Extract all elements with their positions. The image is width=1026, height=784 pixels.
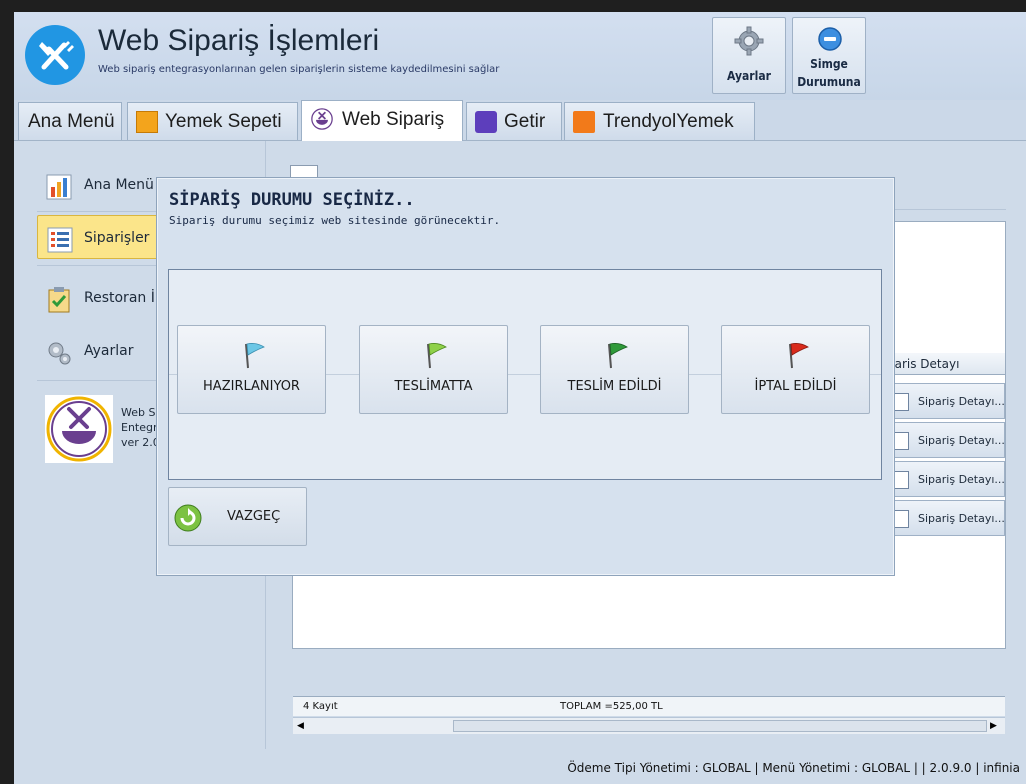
page-title: Web Sipariş İşlemleri [98,24,380,57]
detail-label: Sipariş Detayı... [918,473,1005,486]
tab-label: Getir [504,111,546,132]
status-label: İPTAL EDİLDİ [754,379,837,394]
flag-fill [246,343,265,356]
settings-button[interactable]: Ayarlar [712,17,786,94]
info-line: Entegr [121,421,158,434]
tab-bar: Ana Menü Yemek Sepeti Web Sipariş Getir … [14,100,1026,141]
list-icon [47,227,73,253]
horizontal-scrollbar[interactable]: ◀ ▶ [293,717,1005,734]
info-doc-icon [893,510,909,528]
web-order-icon [311,108,333,130]
status-label: TESLİMATTA [394,379,473,394]
order-detail-button[interactable]: Sipariş Detayı... [887,500,1005,536]
minimize-icon [818,27,842,51]
tab-label: Yemek Sepeti [165,111,282,132]
sidebar-item-label: Siparişler [84,230,150,246]
status-panel: HAZIRLANIYOR TESLİMATTA TESLİM EDİLDİ İP… [168,269,882,480]
info-doc-icon [893,432,909,450]
settings-label: Ayarlar [727,69,771,83]
tab-ana-menu[interactable]: Ana Menü [18,102,122,140]
grid-total: TOPLAM =525,00 TL [560,701,663,712]
column-header: paris Detayı [887,357,960,371]
detail-label: Sipariş Detayı... [918,434,1005,447]
cancel-button[interactable]: VAZGEÇ [168,487,307,546]
gear-icon [734,26,764,56]
sidebar-item-siparisler[interactable]: Siparişler [37,215,167,259]
tab-trendyol-yemek[interactable]: TrendyolYemek [564,102,755,140]
sidebar-item-label: Restoran İ [84,290,155,306]
info-doc-icon [893,393,909,411]
flag-icon [608,343,628,369]
minimize-button[interactable]: Simge Durumuna [792,17,866,94]
sidebar-item-label: Ana Menü [84,177,154,193]
status-label: TESLİM EDİLDİ [567,379,662,394]
order-status-dialog: SİPARİŞ DURUMU SEÇİNİZ.. Sipariş durumu … [156,177,895,576]
order-detail-button[interactable]: Sipariş Detayı... [887,461,1005,497]
status-bar: Ödeme Tipi Yönetimi : GLOBAL | Menü Yöne… [14,749,1026,784]
cancel-label: VAZGEÇ [227,509,281,524]
web-order-logo-icon [46,396,112,462]
app-window: Web Sipariş İşlemleri Web sipariş entegr… [14,12,1026,784]
dialog-title: SİPARİŞ DURUMU SEÇİNİZ.. [169,190,415,210]
bar-chart-icon [46,174,72,200]
trendyol-icon [573,111,595,133]
sidebar-item-label: Ayarlar [84,343,134,359]
status-button-teslimatta[interactable]: TESLİMATTA [359,325,508,414]
scroll-thumb[interactable] [453,720,987,732]
getir-icon [475,111,497,133]
info-line: Web Si [121,406,159,419]
refresh-icon [174,504,202,532]
gears-icon [48,342,71,365]
minimize-label-1: Simge [810,57,848,71]
tab-label: Ana Menü [28,111,115,132]
record-count: 4 Kayıt [303,701,338,712]
flag-icon [245,343,265,369]
scroll-left-icon[interactable]: ◀ [297,721,304,731]
header: Web Sipariş İşlemleri Web sipariş entegr… [14,12,1026,100]
tab-getir[interactable]: Getir [466,102,562,140]
order-detail-button[interactable]: Sipariş Detayı... [887,383,1005,419]
info-doc-icon [893,471,909,489]
flag-icon [427,343,447,369]
sidebar-info: Web Si Entegr ver 2.0 [121,405,160,450]
status-text: Ödeme Tipi Yönetimi : GLOBAL | Menü Yöne… [567,761,1020,775]
status-button-hazirlaniyor[interactable]: HAZIRLANIYOR [177,325,326,414]
minimize-label-2: Durumuna [797,75,861,89]
tab-label: Web Sipariş [342,109,445,130]
tab-web-siparis[interactable]: Web Sipariş [301,100,463,141]
status-label: HAZIRLANIYOR [203,379,300,394]
tab-yemek-sepeti[interactable]: Yemek Sepeti [127,102,298,140]
status-button-iptal-edildi[interactable]: İPTAL EDİLDİ [721,325,870,414]
sidebar-logo [45,395,113,463]
info-line: ver 2.0 [121,436,160,449]
clipboard-check-icon [48,287,70,313]
grid-footer: 4 Kayıt TOPLAM =525,00 TL [293,696,1005,716]
order-detail-button[interactable]: Sipariş Detayı... [887,422,1005,458]
yemeksepeti-icon [136,111,158,133]
page-subtitle: Web sipariş entegrasyonlarınan gelen sip… [98,64,500,75]
app-logo-icon [25,25,85,85]
flag-icon [789,343,809,369]
scroll-right-icon[interactable]: ▶ [990,721,997,731]
detail-label: Sipariş Detayı... [918,395,1005,408]
status-button-teslim-edildi[interactable]: TESLİM EDİLDİ [540,325,689,414]
dialog-subtitle: Sipariş durumu seçimiz web sitesinde gör… [169,214,501,227]
detail-label: Sipariş Detayı... [918,512,1005,525]
tab-label: TrendyolYemek [603,111,734,132]
